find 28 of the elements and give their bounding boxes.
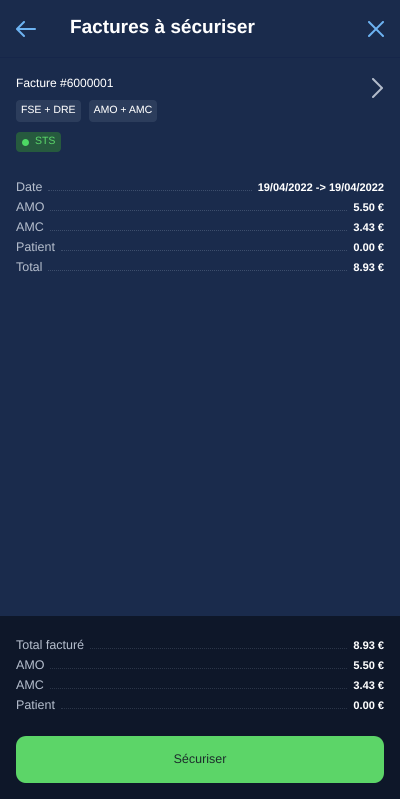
- row-value: 0.00 €: [353, 240, 384, 256]
- row-value: 3.43 €: [353, 679, 384, 694]
- back-icon[interactable]: [16, 20, 36, 36]
- row-label: AMO: [16, 198, 44, 216]
- row-label: Patient: [16, 238, 55, 256]
- row-label: AMC: [16, 677, 44, 694]
- row-value: 8.93 €: [353, 639, 384, 654]
- close-icon[interactable]: [368, 20, 384, 36]
- invoice-title: Facture #6000001: [16, 75, 114, 92]
- row-label: AMC: [16, 218, 44, 236]
- row-value: 8.93 €: [353, 260, 384, 276]
- row-value: 0.00 €: [353, 699, 384, 714]
- row-value: 3.43 €: [353, 220, 384, 236]
- row-label: Patient: [16, 697, 55, 714]
- row-label: AMO: [16, 657, 44, 674]
- row-value: 5.50 €: [353, 200, 384, 216]
- page-title: Factures à sécuriser: [69, 16, 256, 40]
- row-label: Total facturé: [16, 637, 84, 654]
- chevron-right-icon[interactable]: [372, 78, 384, 98]
- row-value: 19/04/2022 -> 19/04/2022: [258, 180, 384, 196]
- status-badge: STS: [16, 132, 62, 152]
- row-label: Total: [16, 258, 42, 276]
- secure-button[interactable]: Sécuriser: [16, 736, 384, 783]
- status-dot: [22, 138, 29, 146]
- tag: AMO + AMC: [88, 100, 158, 122]
- row-value: 5.50 €: [353, 659, 384, 674]
- tag: FSE + DRE: [16, 100, 81, 122]
- row-label: Date: [16, 178, 42, 196]
